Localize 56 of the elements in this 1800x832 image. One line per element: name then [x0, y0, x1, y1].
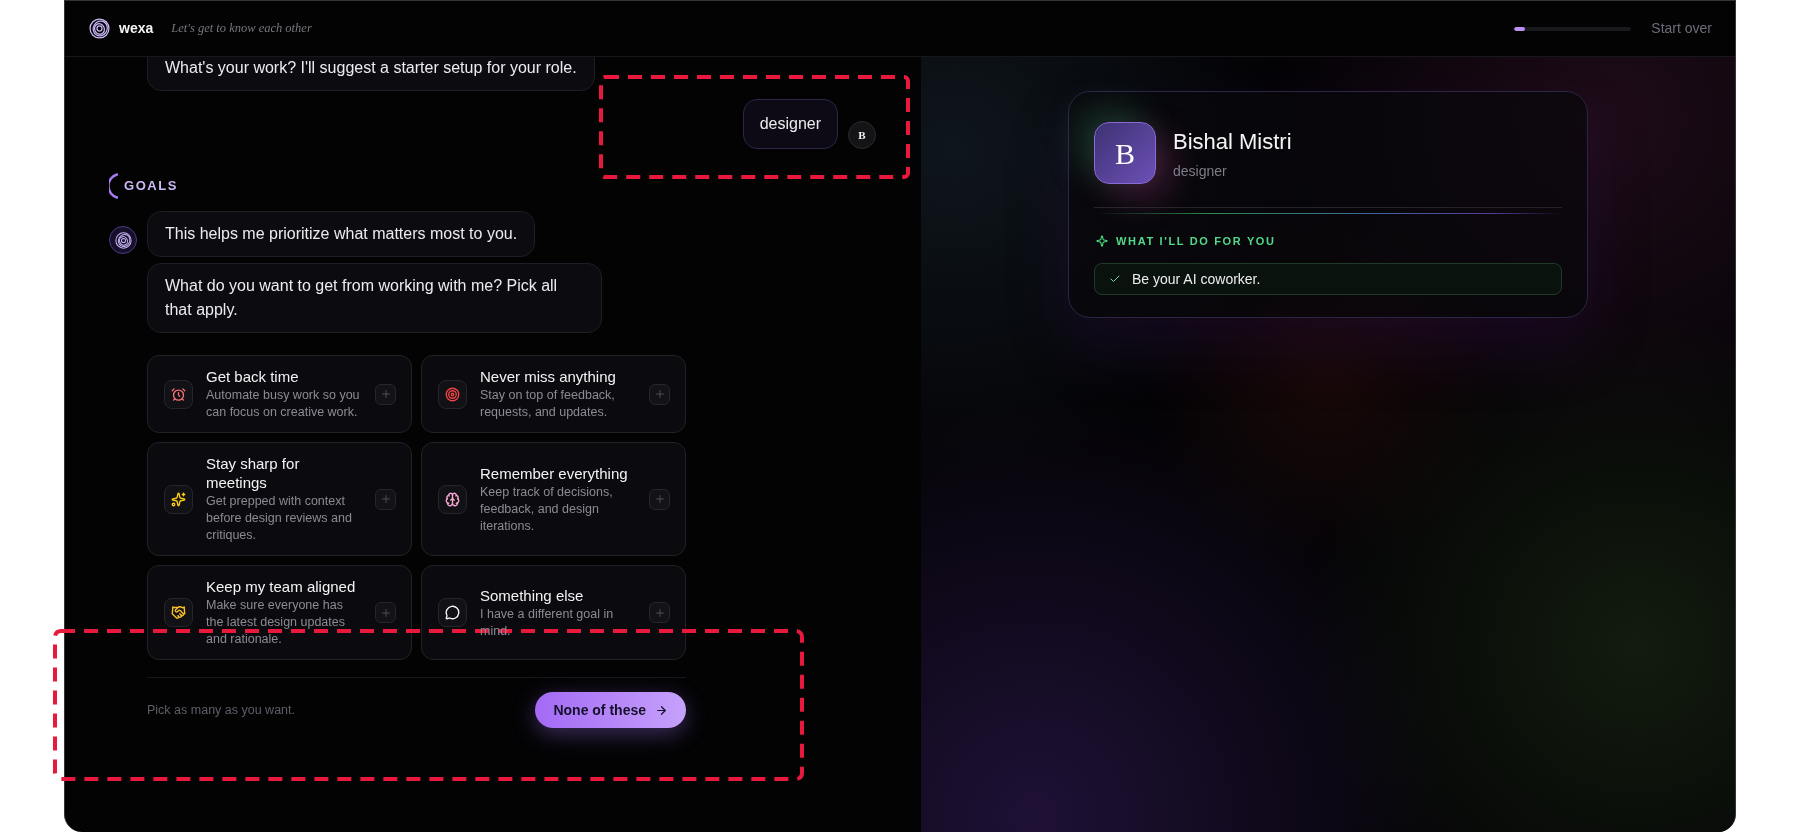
sparkle-icon — [1096, 235, 1108, 247]
option-description: Automate busy work so you can focus on creative work. — [206, 387, 361, 421]
spiral-logo-icon — [89, 18, 110, 39]
option-description: Stay on top of feedback, requests, and updates. — [480, 387, 616, 421]
profile-avatar: B — [1094, 122, 1156, 184]
option-description: Get prepped with context before design reviews and critiques. — [206, 493, 353, 544]
user-message-bubble: designer — [742, 99, 838, 149]
spiral-avatar-icon — [109, 226, 137, 254]
goal-option-card[interactable]: Get back time Automate busy work so you can focus on creative work. — [147, 355, 412, 433]
add-button[interactable] — [649, 602, 670, 623]
hint-text: Pick as many as you want. — [147, 701, 295, 719]
start-over-button[interactable]: Start over — [1651, 18, 1712, 39]
profile-role: designer — [1173, 162, 1228, 180]
add-button[interactable] — [375, 488, 396, 510]
message-bubble: What do you want to get from working with me? Pick all that apply. — [147, 263, 602, 333]
option-title: Something else — [480, 585, 585, 605]
option-title: Stay sharp for meetings — [206, 454, 301, 492]
goal-option-card[interactable]: Never miss anything Stay on top of feedback, requests, and updates. — [421, 355, 686, 433]
benefit-text: Be your AI coworker. — [1132, 269, 1261, 289]
plus-icon — [653, 606, 666, 619]
plus-icon — [379, 388, 392, 400]
header-tagline: Let's get to know each other — [171, 20, 312, 38]
option-description: Make sure everyone has the latest design updates and rationale. — [206, 597, 346, 648]
goal-option-card[interactable]: Keep my team aligned Make sure everyone has the latest design updates and rationale. — [147, 565, 412, 660]
option-title: Keep my team aligned — [206, 577, 357, 596]
target-icon — [438, 379, 467, 409]
goal-option-card[interactable]: Remember everything Keep track of decisions, feedback, and design iterations. — [421, 442, 686, 556]
add-button[interactable] — [649, 488, 670, 510]
option-title: Get back time — [206, 367, 300, 386]
plus-icon — [653, 493, 666, 505]
brand-name: wexa — [119, 19, 154, 38]
handshake-icon — [164, 598, 193, 627]
profile-name: Bishal Mistri — [1173, 128, 1292, 156]
brain-icon — [438, 484, 467, 514]
section-heading: WHAT I'LL DO FOR YOU — [1116, 234, 1276, 248]
plus-icon — [379, 493, 392, 505]
plus-icon — [653, 388, 666, 400]
option-description: Keep track of decisions, feedback, and design iterations. — [480, 483, 614, 535]
plus-icon — [379, 606, 392, 619]
alarm-clock-icon — [164, 379, 193, 409]
message-bubble: What's your work? I'll suggest a starter setup for your role. — [147, 57, 595, 91]
sparkles-icon — [164, 484, 193, 514]
user-avatar: B — [848, 121, 876, 149]
goal-option-card[interactable]: Stay sharp for meetings Get prepped with context before design reviews and critiques. — [147, 442, 412, 556]
arrow-right-icon — [655, 703, 668, 717]
arc-icon — [109, 173, 118, 199]
none-of-these-button[interactable]: None of these — [535, 692, 686, 728]
add-button[interactable] — [375, 383, 396, 405]
check-icon — [1109, 273, 1121, 285]
option-title: Never miss anything — [480, 367, 617, 386]
add-button[interactable] — [375, 602, 396, 623]
add-button[interactable] — [649, 383, 670, 405]
speech-bubble-icon — [438, 598, 467, 627]
section-label: GOALS — [124, 177, 179, 196]
option-title: Remember everything — [480, 463, 629, 483]
message-bubble: This helps me prioritize what matters most to you. — [147, 211, 536, 257]
